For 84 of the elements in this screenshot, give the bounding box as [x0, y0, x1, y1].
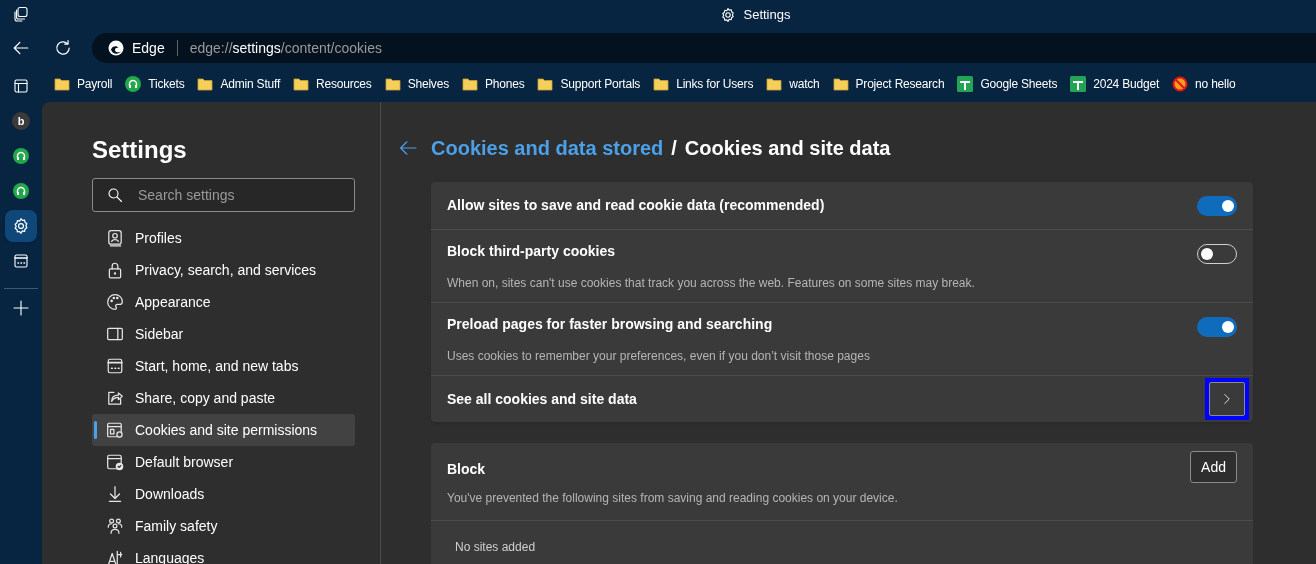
bookmark[interactable]: Payroll	[54, 75, 113, 93]
setting-description: Uses cookies to remember your preferences, even if you don’t visit those pages	[447, 347, 871, 365]
nav-item[interactable]: Downloads	[92, 478, 355, 510]
app-avatar[interactable]: b	[12, 112, 30, 130]
page-title: Settings	[92, 136, 188, 164]
back-arrow-icon[interactable]	[399, 139, 417, 157]
folder-icon	[461, 77, 478, 91]
download-icon	[106, 485, 124, 503]
palette-icon	[106, 293, 124, 311]
tab-panel-icon[interactable]	[13, 78, 29, 94]
folder-icon	[293, 77, 310, 91]
chevron-button[interactable]	[1209, 382, 1245, 416]
nav-item[interactable]: Default browser	[92, 446, 355, 478]
breadcrumb-separator: /	[671, 136, 677, 160]
browser-check-icon	[106, 453, 124, 471]
bookmark[interactable]: watch	[766, 75, 820, 93]
browser-logo-icon	[108, 40, 124, 56]
url-text: edge://settings/content/cookies	[189, 38, 382, 58]
refresh-icon[interactable]	[54, 39, 72, 57]
toggle-switch[interactable]	[1197, 195, 1237, 216]
search-icon	[107, 187, 123, 203]
family-icon	[106, 517, 124, 535]
setting-title: Block third-party cookies	[447, 241, 617, 261]
window-title: Settings	[743, 6, 791, 25]
breadcrumb-current: Cookies and site data	[684, 136, 891, 160]
bookmark[interactable]: Google Sheets	[957, 75, 1058, 93]
nav-item[interactable]: Appearance	[92, 286, 355, 318]
calendar-icon[interactable]	[13, 253, 29, 269]
nav-item[interactable]: Share, copy and paste	[92, 382, 355, 414]
settings-icon	[719, 7, 736, 23]
bookmark[interactable]: Phones	[461, 75, 525, 93]
nav-item[interactable]: Sidebar	[92, 318, 355, 350]
headset-icon[interactable]	[13, 148, 29, 164]
nav-item[interactable]: Start, home, and new tabs	[92, 350, 355, 382]
language-icon	[106, 549, 124, 564]
headset-icon[interactable]	[13, 183, 29, 199]
nav-item[interactable]: Privacy, search, and services	[92, 254, 355, 286]
bookmark[interactable]: Resources	[293, 75, 372, 93]
spreadsheet-icon	[1070, 76, 1087, 92]
profile-icon	[106, 229, 124, 247]
site-label: Edge	[132, 38, 165, 58]
section-description: You've prevented the following sites from saving and reading cookies on your device.	[447, 490, 899, 507]
prohibited-icon	[1172, 76, 1189, 92]
workspaces-icon[interactable]	[13, 6, 29, 22]
site-permissions-icon	[106, 421, 124, 439]
bookmark[interactable]: Project Research	[832, 75, 945, 93]
folder-icon	[832, 77, 849, 91]
bookmark[interactable]: Admin Stuff	[197, 75, 281, 93]
section-title: Block	[447, 460, 487, 479]
nav-item[interactable]: Family safety	[92, 510, 355, 542]
bookmark[interactable]: 2024 Budget	[1070, 75, 1160, 93]
back-icon[interactable]	[12, 39, 30, 57]
setting-title: Preload pages for faster browsing and searching	[447, 314, 774, 334]
bookmark[interactable]: Shelves	[384, 75, 449, 93]
chevron-right-icon	[1221, 393, 1233, 405]
bookmark[interactable]: Support Portals	[537, 75, 641, 93]
folder-icon	[384, 77, 401, 91]
headset-icon	[125, 76, 142, 92]
settings-icon[interactable]	[12, 217, 30, 235]
folder-icon	[653, 77, 670, 91]
bookmark[interactable]: Links for Users	[653, 75, 754, 93]
bookmark[interactable]: Tickets	[125, 75, 185, 93]
bookmark[interactable]: no hello	[1172, 75, 1236, 93]
sidebar-icon	[106, 325, 124, 343]
folder-icon	[54, 77, 70, 91]
address-bar[interactable]: Edge edge://settings/content/cookies	[92, 33, 1316, 63]
add-button[interactable]: Add	[1190, 451, 1237, 483]
search-field[interactable]: Search settings	[92, 178, 355, 212]
toggle-switch[interactable]	[1197, 317, 1237, 337]
share-icon	[106, 389, 124, 407]
calendar-icon	[106, 357, 124, 375]
spreadsheet-icon	[957, 76, 974, 92]
add-icon[interactable]	[13, 300, 29, 316]
nav-item[interactable]: Cookies and site permissions	[92, 414, 355, 446]
breadcrumb-link[interactable]: Cookies and data stored	[431, 136, 664, 160]
lock-icon	[106, 261, 124, 279]
folder-icon	[197, 77, 214, 91]
setting-title: See all cookies and site data	[447, 389, 638, 409]
folder-icon	[766, 77, 783, 91]
setting-description: When on, sites can't use cookies that track you across the web. Features on some sites may break.	[447, 274, 976, 292]
empty-message: No sites added	[454, 539, 537, 556]
nav-item[interactable]: Profiles	[92, 222, 355, 254]
folder-icon	[537, 77, 554, 91]
setting-title: Allow sites to save and read cookie data (recommended)	[447, 196, 826, 215]
